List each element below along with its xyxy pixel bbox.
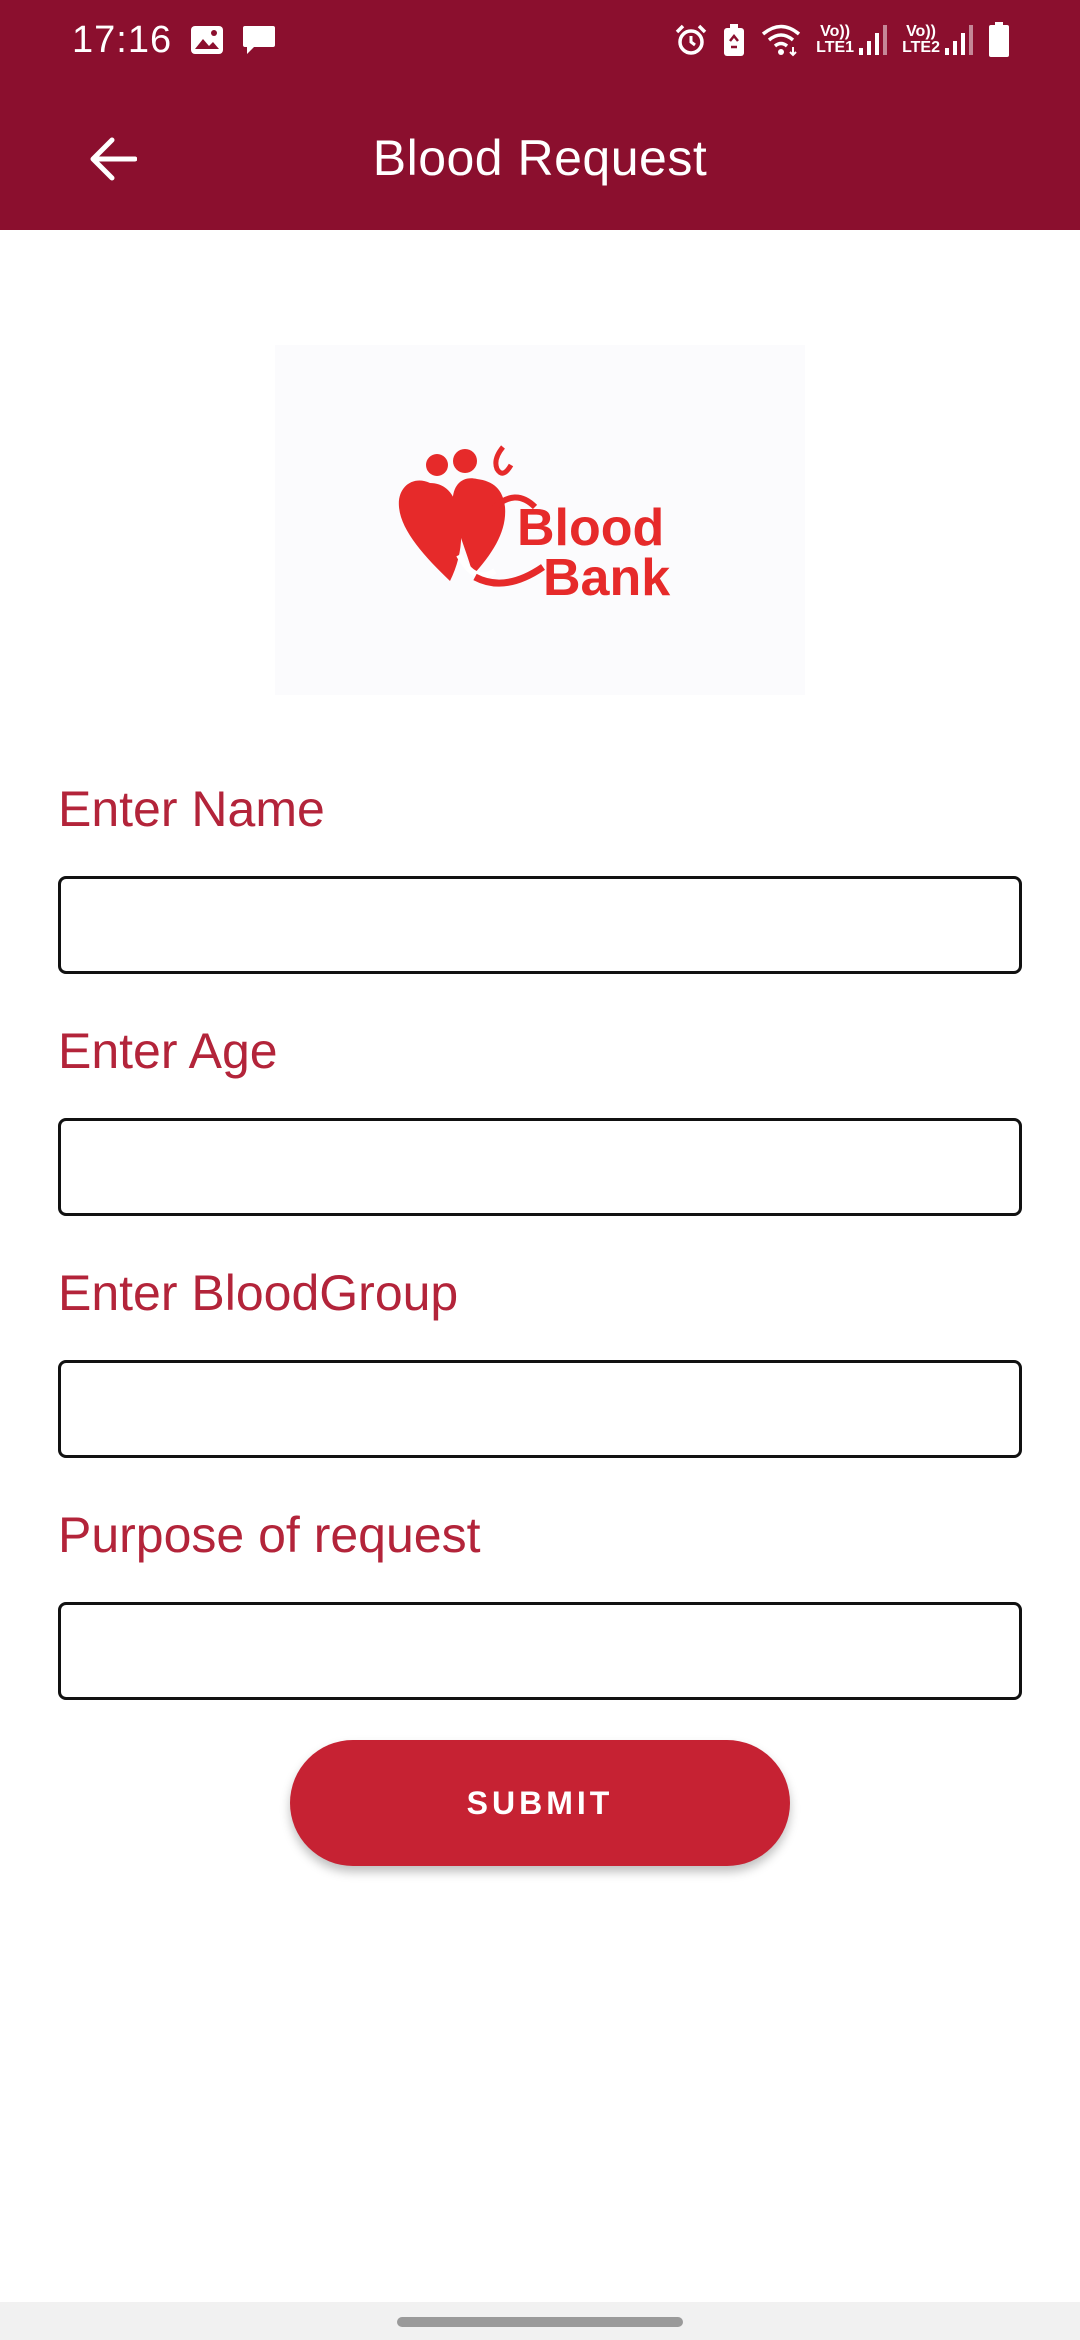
logo-line2: Bank [543, 549, 670, 605]
battery-saver-icon [722, 23, 746, 57]
page-title: Blood Request [372, 130, 708, 186]
sim1-lte-label: LTE1 [816, 39, 855, 56]
signal-bars-icon [859, 25, 888, 55]
blood-group-input[interactable] [58, 1360, 1022, 1458]
sim2-signal: Vo)) LTE2 [902, 24, 974, 56]
navigation-bar [0, 2302, 1080, 2340]
name-label: Enter Name [58, 781, 325, 837]
blood-bank-logo: Blood Bank [275, 345, 805, 695]
age-input[interactable] [58, 1118, 1022, 1216]
status-time: 17:16 [72, 18, 173, 61]
age-label: Enter Age [58, 1023, 278, 1079]
blood-bank-logo-graphic: Blood Bank [398, 445, 670, 605]
sim1-signal: Vo)) LTE1 [816, 24, 888, 56]
gallery-notification-icon [190, 25, 224, 55]
message-notification-icon [242, 24, 276, 56]
submit-button[interactable]: SUBMIT [290, 1740, 790, 1866]
purpose-label: Purpose of request [58, 1507, 481, 1563]
toolbar: Blood Request [0, 80, 1080, 230]
signal-bars-icon [945, 25, 973, 55]
sim1-volte-label: Vo)) [820, 23, 851, 40]
home-gesture-handle[interactable] [397, 2317, 683, 2327]
alarm-icon [674, 23, 708, 57]
sim2-lte-label: LTE2 [902, 39, 940, 56]
wifi-icon [760, 23, 802, 57]
name-input[interactable] [58, 876, 1022, 974]
status-bar: 17:16 Vo)) LTE1 Vo)) LTE2 [0, 0, 1080, 80]
app-bar: 17:16 Vo)) LTE1 Vo)) LTE2 Blood Request [0, 0, 1080, 230]
arrow-left-icon [90, 137, 137, 181]
battery-icon [988, 22, 1010, 58]
sim2-volte-label: Vo)) [906, 23, 936, 40]
back-button[interactable] [78, 124, 148, 194]
blood-group-label: Enter BloodGroup [58, 1265, 459, 1321]
purpose-input[interactable] [58, 1602, 1022, 1700]
